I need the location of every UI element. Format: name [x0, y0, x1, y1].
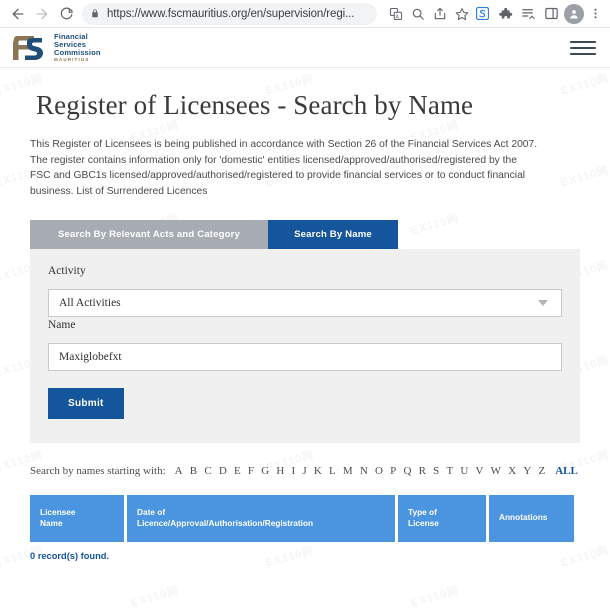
search-form-panel: Activity All Activities Name Maxiglobefx…	[30, 248, 580, 443]
alphabet-prefix-label: Search by names starting with:	[30, 464, 166, 477]
chevron-down-icon	[538, 299, 548, 306]
alpha-letter-r[interactable]: R	[419, 465, 426, 477]
page-body: EX110网 EX110网 EX110网 EX110网 EX110网 EX110…	[0, 28, 610, 616]
alpha-letter-c[interactable]: C	[204, 465, 211, 477]
profile-avatar-icon[interactable]	[564, 3, 584, 24]
alpha-letter-o[interactable]: O	[375, 465, 383, 477]
tab-search-by-name[interactable]: Search By Name	[268, 219, 398, 249]
site-logo[interactable]: Financial Services Commission MAURITIUS	[12, 33, 101, 62]
alpha-letter-p[interactable]: P	[390, 465, 396, 477]
alpha-letter-n[interactable]: N	[360, 465, 368, 477]
hamburger-line	[570, 40, 596, 43]
alpha-letter-l[interactable]: L	[329, 465, 336, 477]
alpha-letter-all[interactable]: ALL	[555, 465, 578, 477]
kebab-menu-icon[interactable]	[586, 3, 604, 25]
alpha-letter-a[interactable]: A	[175, 465, 183, 477]
logo-wordmark: Financial Services Commission MAURITIUS	[54, 33, 101, 62]
alpha-letter-h[interactable]: H	[276, 465, 284, 477]
logo-subtitle: MAURITIUS	[54, 56, 90, 62]
alpha-letter-t[interactable]: T	[446, 465, 453, 477]
name-label: Name	[48, 318, 76, 331]
page-title: Register of Licensees - Search by Name	[36, 90, 474, 120]
alpha-letter-m[interactable]: M	[343, 465, 353, 477]
share-icon[interactable]	[429, 3, 450, 25]
svg-text:A: A	[395, 14, 399, 20]
alpha-letter-i[interactable]: I	[292, 465, 296, 477]
col-head-line1: Type of	[408, 506, 437, 517]
name-input-value: Maxiglobefxt	[59, 350, 122, 363]
alphabet-letters: A B C D E F G H I J K L M N O P Q R S T	[175, 465, 546, 477]
hamburger-menu-icon[interactable]	[570, 38, 596, 58]
alpha-letter-w[interactable]: W	[491, 465, 501, 477]
results-table-header: Licensee Name Date of Licence/Approval/A…	[30, 494, 580, 543]
intro-paragraph: This Register of Licensees is being publ…	[30, 139, 538, 197]
browser-toolbar-right	[472, 3, 604, 25]
browser-toolbar: https://www.fscmauritius.org/en/supervis…	[0, 0, 610, 28]
alpha-letter-v[interactable]: V	[476, 465, 484, 477]
hamburger-line	[570, 52, 596, 55]
search-icon[interactable]	[407, 3, 428, 25]
watermark: EX110网	[409, 584, 461, 610]
translate-icon[interactable]: A	[385, 3, 406, 25]
alpha-letter-d[interactable]: D	[219, 465, 227, 477]
back-arrow-icon[interactable]	[6, 2, 30, 26]
reading-list-icon[interactable]	[518, 3, 539, 25]
alpha-letter-z[interactable]: Z	[539, 465, 546, 477]
activity-label: Activity	[48, 264, 86, 277]
alpha-letter-x[interactable]: X	[508, 465, 516, 477]
lock-icon	[90, 8, 100, 19]
alpha-letter-q[interactable]: Q	[403, 465, 411, 477]
address-bar[interactable]: https://www.fscmauritius.org/en/supervis…	[82, 2, 377, 25]
url-text: https://www.fscmauritius.org/en/supervis…	[107, 7, 355, 20]
puzzle-extensions-icon[interactable]	[495, 3, 516, 25]
col-head-line1: Annotations	[499, 512, 548, 523]
side-panel-icon[interactable]	[541, 3, 562, 25]
alpha-letter-g[interactable]: G	[261, 465, 269, 477]
alphabet-filter: Search by names starting with: A B C D E…	[30, 465, 580, 477]
extension-s-icon[interactable]	[472, 3, 493, 25]
hamburger-line	[570, 46, 596, 49]
alpha-letter-b[interactable]: B	[190, 465, 197, 477]
alpha-letter-e[interactable]: E	[234, 465, 241, 477]
activity-select-value: All Activities	[59, 296, 121, 309]
activity-select[interactable]: All Activities	[48, 288, 562, 317]
col-head-line2: Licence/Approval/Authorisation/Registrat…	[137, 518, 314, 529]
watermark: EX110网	[129, 584, 181, 610]
col-head-line2: License	[408, 518, 439, 529]
main-content: Register of Licensees - Search by Name T…	[0, 68, 610, 561]
col-head-line1: Date of	[137, 506, 166, 517]
forward-arrow-icon[interactable]	[30, 2, 54, 26]
column-header-date: Date of Licence/Approval/Authorisation/R…	[127, 494, 395, 543]
column-header-licensee-name: Licensee Name	[30, 494, 124, 543]
tab-search-by-acts[interactable]: Search By Relevant Acts and Category	[30, 219, 268, 249]
alpha-letter-f[interactable]: F	[248, 465, 254, 477]
records-found-text: 0 record(s) found.	[30, 551, 110, 562]
alpha-letter-j[interactable]: J	[302, 465, 306, 477]
column-header-type-of-license: Type of License	[398, 494, 486, 543]
logo-line-3: Commission	[54, 48, 101, 57]
col-head-line2: Name	[40, 518, 63, 529]
reload-icon[interactable]	[54, 2, 78, 26]
alpha-letter-u[interactable]: U	[460, 465, 468, 477]
site-header: Financial Services Commission MAURITIUS	[0, 28, 610, 68]
alpha-letter-y[interactable]: Y	[523, 465, 531, 477]
bookmark-star-icon[interactable]	[451, 3, 472, 25]
alpha-letter-k[interactable]: K	[314, 465, 322, 477]
fsc-logo-icon	[13, 35, 43, 60]
column-header-annotations: Annotations	[489, 494, 574, 543]
search-tabs: Search By Relevant Acts and Category Sea…	[30, 219, 610, 249]
col-head-line1: Licensee	[40, 506, 76, 517]
omnibox-actions: A	[385, 3, 472, 25]
name-input[interactable]: Maxiglobefxt	[48, 342, 562, 371]
submit-button[interactable]: Submit	[48, 387, 124, 419]
alpha-letter-s[interactable]: S	[433, 465, 439, 477]
